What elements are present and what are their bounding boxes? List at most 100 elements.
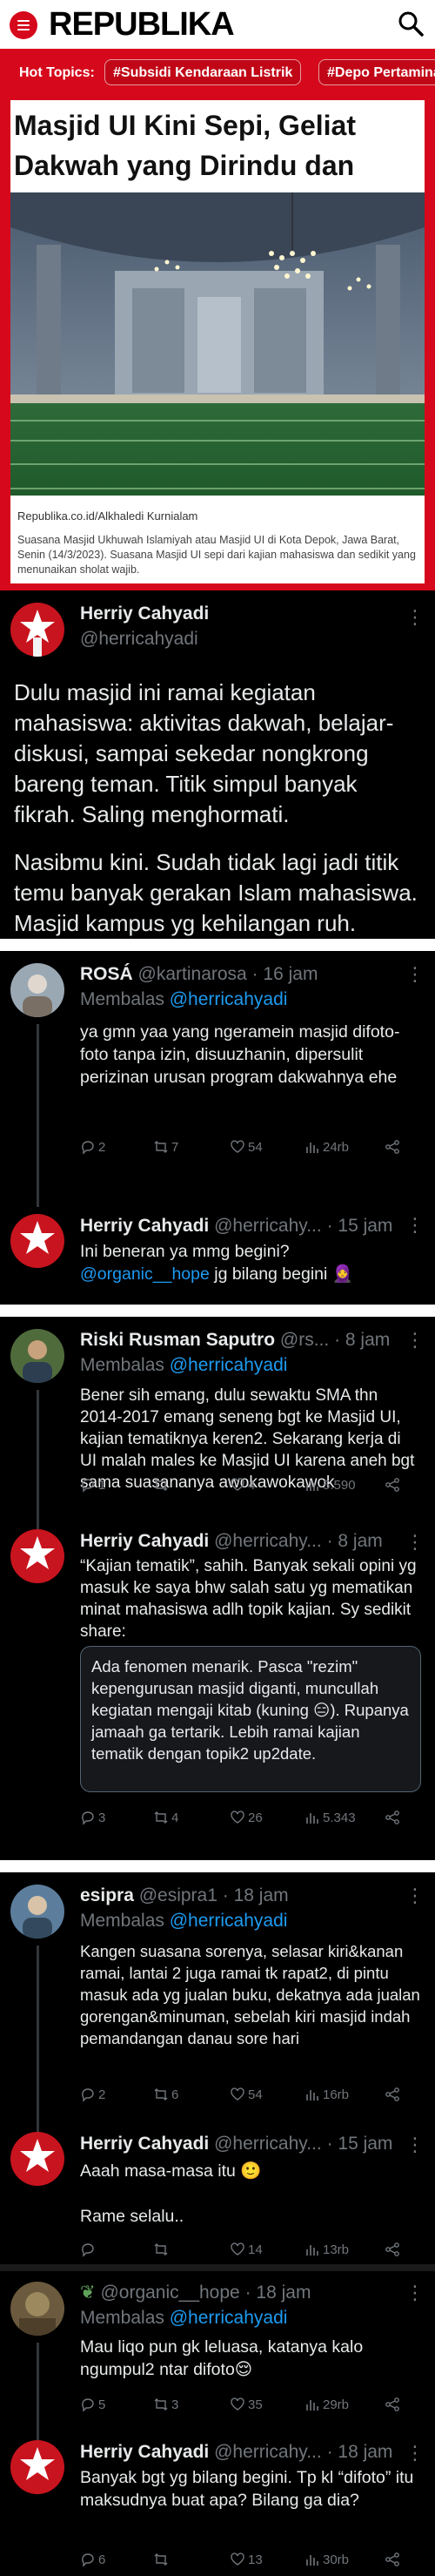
retweet-button[interactable] (153, 1477, 171, 1493)
article-title[interactable]: Masjid UI Kini Sepi, Geliat Dakwah yang … (14, 105, 423, 189)
more-options-icon[interactable]: ⋮ (405, 606, 425, 629)
author-name[interactable]: esipra (80, 1885, 134, 1905)
share-button[interactable] (385, 2087, 403, 2102)
share-button[interactable] (385, 1139, 403, 1155)
tweet-time[interactable]: · 15 jam (327, 2134, 393, 2154)
author-name[interactable]: Herriy Cahyadi (80, 604, 209, 624)
quoted-text-box[interactable]: Ada fenomen menarik. Pasca "rezim" kepen… (80, 1646, 421, 1792)
author-handle[interactable]: @kartinarosa (138, 964, 247, 984)
tweet-time[interactable]: · 8 jam (327, 1531, 383, 1551)
more-options-icon[interactable]: ⋮ (405, 2282, 425, 2304)
reply-button[interactable]: 6 (80, 2552, 105, 2567)
author-handle[interactable]: @esipra1 (139, 1885, 218, 1905)
views-button[interactable]: 30rb (304, 2552, 349, 2567)
hot-topic-chip[interactable]: #Depo Pertamina Plumpang (318, 59, 435, 85)
like-button[interactable]: 26 (230, 1810, 263, 1825)
reply-to-mention[interactable]: @herricahyadi (170, 1355, 288, 1375)
like-button[interactable]: 35 (230, 2397, 263, 2412)
author-handle[interactable]: @herricahyadi (80, 629, 198, 650)
tweet-time[interactable]: · 15 jam (327, 1216, 393, 1236)
main-tweet[interactable]: Herriy Cahyadi @herricahyadi ⋮ Dulu masj… (0, 594, 435, 942)
site-logo[interactable]: REPUBLIKA (49, 6, 235, 43)
like-button[interactable]: 4 (230, 1477, 255, 1493)
author-handle[interactable]: @herricahy... (214, 2442, 322, 2462)
retweet-button[interactable]: 7 (153, 1139, 178, 1155)
reply-to-mention[interactable]: @herricahyadi (170, 1911, 288, 1931)
reply-button[interactable]: 2 (80, 2087, 105, 2102)
more-options-icon[interactable]: ⋮ (405, 963, 425, 986)
hamburger-menu-icon[interactable] (10, 11, 37, 39)
author-name[interactable]: @organic__hope (100, 2283, 239, 2303)
like-button[interactable]: 54 (230, 1139, 263, 1155)
avatar[interactable] (10, 2132, 64, 2186)
author-name[interactable]: Herriy Cahyadi (80, 1531, 209, 1551)
reply-button[interactable]: 2 (80, 1139, 105, 1155)
author-handle[interactable]: @herricahy... (214, 1531, 322, 1551)
tweet-time[interactable]: · 18 jam (223, 1885, 289, 1905)
share-button[interactable] (385, 2242, 403, 2257)
share-button[interactable] (385, 1477, 403, 1493)
avatar[interactable] (10, 2440, 64, 2494)
share-button[interactable] (385, 1810, 403, 1825)
avatar[interactable] (10, 1214, 64, 1268)
tweet-time[interactable]: · 8 jam (334, 1330, 390, 1350)
like-button[interactable]: 54 (230, 2087, 263, 2102)
views-button[interactable]: 16rb (304, 2087, 349, 2102)
like-button[interactable]: 14 (230, 2242, 263, 2257)
reply-to-mention[interactable]: @herricahyadi (170, 989, 288, 1009)
views-button[interactable]: 13rb (304, 2242, 349, 2257)
more-options-icon[interactable]: ⋮ (405, 1885, 425, 1907)
more-options-icon[interactable]: ⋮ (405, 1531, 425, 1554)
reply-tweet[interactable]: ❦ @organic__hope · 18 jam ⋮ Membalas @he… (0, 2271, 435, 2445)
retweet-button[interactable]: 6 (153, 2087, 178, 2102)
search-icon[interactable] (396, 9, 425, 38)
tweet-time[interactable]: · 18 jam (245, 2283, 311, 2303)
like-button[interactable]: 13 (230, 2552, 263, 2567)
avatar[interactable] (10, 2282, 64, 2336)
avatar[interactable] (10, 963, 64, 1017)
more-options-icon[interactable]: ⋮ (405, 2134, 425, 2156)
author-handle[interactable]: @herricahy... (214, 2134, 322, 2154)
mention-link[interactable]: @organic__hope (80, 1264, 210, 1284)
reply-tweet[interactable]: Herriy Cahyadi @herricahy... · 8 jam ⋮ “… (0, 1524, 435, 1860)
reply-button[interactable] (80, 2242, 98, 2257)
retweet-button[interactable]: 4 (153, 1810, 178, 1825)
retweet-button[interactable] (153, 2242, 171, 2257)
reply-tweet[interactable]: Riski Rusman Saputro @rs... · 8 jam ⋮ Me… (0, 1317, 435, 1534)
avatar[interactable] (10, 1885, 64, 1939)
views-button[interactable]: 29rb (304, 2397, 349, 2412)
avatar[interactable] (10, 603, 64, 657)
reply-to-mention[interactable]: @herricahyadi (170, 2308, 288, 2328)
retweet-button[interactable]: 3 (153, 2397, 178, 2412)
reply-tweet[interactable]: ROSÁ @kartinarosa · 16 jam ⋮ Membalas @h… (0, 951, 435, 1207)
tweet-text: “Kajian tematik”, sahih. Banyak sekali o… (80, 1557, 417, 1641)
more-options-icon[interactable]: ⋮ (405, 1329, 425, 1352)
views-button[interactable]: 5.343 (304, 1810, 356, 1825)
avatar[interactable] (10, 1529, 64, 1583)
reply-tweet[interactable]: Herriy Cahyadi @herricahy... · 15 jam ⋮ … (0, 2123, 435, 2264)
views-button[interactable]: 5.590 (304, 1477, 356, 1493)
share-button[interactable] (385, 2397, 403, 2412)
more-options-icon[interactable]: ⋮ (405, 1214, 425, 1237)
retweet-button[interactable] (153, 2552, 171, 2567)
author-name[interactable]: ROSÁ (80, 964, 133, 984)
avatar[interactable] (10, 1329, 64, 1383)
author-name[interactable]: Herriy Cahyadi (80, 1216, 209, 1236)
more-options-icon[interactable]: ⋮ (405, 2442, 425, 2465)
hot-topic-chip[interactable]: #Subsidi Kendaraan Listrik (104, 59, 302, 85)
author-handle[interactable]: @herricahy... (214, 1216, 322, 1236)
tweet-time[interactable]: · 16 jam (252, 964, 318, 984)
tweet-time[interactable]: · 18 jam (327, 2442, 393, 2462)
reply-tweet[interactable]: esipra @esipra1 · 18 jam ⋮ Membalas @her… (0, 1872, 435, 2134)
reply-button[interactable]: 3 (80, 1810, 105, 1825)
reply-button[interactable]: 5 (80, 2397, 105, 2412)
views-button[interactable]: 24rb (304, 1139, 349, 1155)
reply-button[interactable]: 1 (80, 1477, 105, 1493)
reply-tweet[interactable]: Herriy Cahyadi @herricahy... · 18 jam ⋮ … (0, 2437, 435, 2576)
author-name[interactable]: Herriy Cahyadi (80, 2134, 209, 2154)
reply-tweet[interactable]: Herriy Cahyadi @herricahy... · 15 jam ⋮ … (0, 1200, 435, 1305)
author-handle[interactable]: @rs... (280, 1330, 329, 1350)
author-name[interactable]: Riski Rusman Saputro (80, 1330, 275, 1350)
share-button[interactable] (385, 2552, 403, 2567)
author-name[interactable]: Herriy Cahyadi (80, 2442, 209, 2462)
